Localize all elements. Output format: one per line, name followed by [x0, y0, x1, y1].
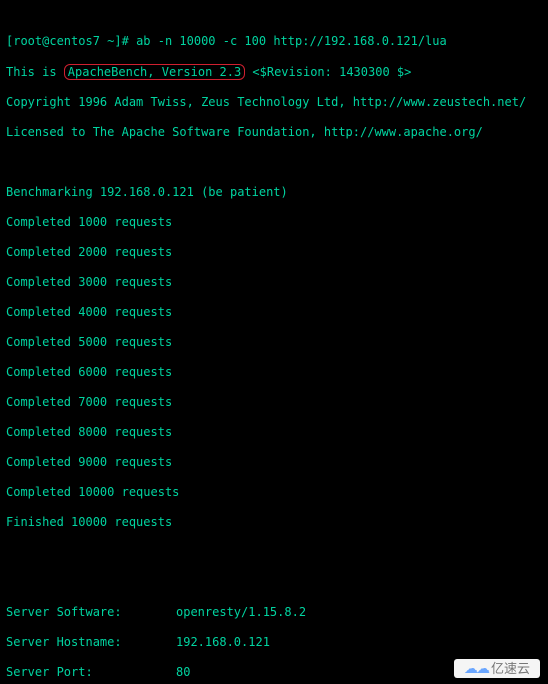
copyright-line: Copyright 1996 Adam Twiss, Zeus Technolo…	[6, 95, 542, 110]
progress-line: Completed 1000 requests	[6, 215, 542, 230]
watermark-badge: ☁☁ 亿速云	[454, 659, 540, 678]
shell-prompt: [root@centos7 ~]#	[6, 34, 129, 48]
benchmarking-heading: Benchmarking 192.168.0.121 (be patient)	[6, 185, 542, 200]
blank-line	[6, 155, 542, 170]
ab-version-highlight: ApacheBench, Version 2.3	[64, 64, 245, 80]
progress-line: Completed 9000 requests	[6, 455, 542, 470]
blank-line	[6, 545, 542, 560]
progress-line: Finished 10000 requests	[6, 515, 542, 530]
cloud-icon: ☁☁	[464, 661, 488, 676]
progress-line: Completed 7000 requests	[6, 395, 542, 410]
progress-line: Completed 6000 requests	[6, 365, 542, 380]
progress-line: Completed 3000 requests	[6, 275, 542, 290]
licensed-line: Licensed to The Apache Software Foundati…	[6, 125, 542, 140]
watermark-text: 亿速云	[491, 661, 530, 676]
server-software: Server Software:openresty/1.15.8.2	[6, 605, 542, 620]
progress-line: Completed 8000 requests	[6, 425, 542, 440]
progress-line: Completed 10000 requests	[6, 485, 542, 500]
shell-command: ab -n 10000 -c 100 http://192.168.0.121/…	[136, 34, 447, 48]
shell-prompt-line[interactable]: [root@centos7 ~]# ab -n 10000 -c 100 htt…	[6, 34, 542, 49]
server-hostname: Server Hostname:192.168.0.121	[6, 635, 542, 650]
progress-line: Completed 2000 requests	[6, 245, 542, 260]
terminal-window: [root@centos7 ~]# ab -n 10000 -c 100 htt…	[0, 0, 548, 684]
progress-line: Completed 5000 requests	[6, 335, 542, 350]
ab-version-line: This is ApacheBench, Version 2.3 <$Revis…	[6, 64, 542, 80]
blank-line	[6, 575, 542, 590]
progress-line: Completed 4000 requests	[6, 305, 542, 320]
